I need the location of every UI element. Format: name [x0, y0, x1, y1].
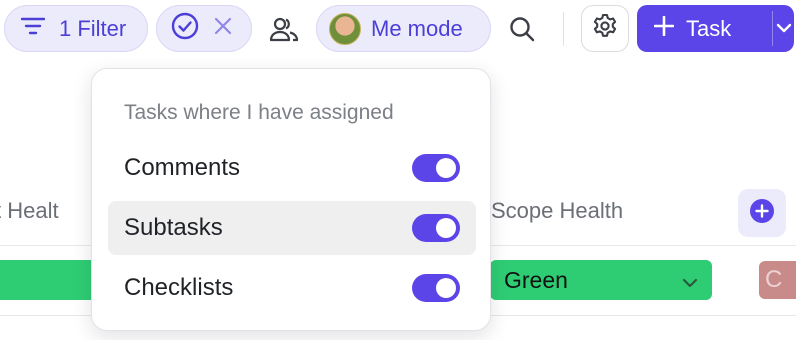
plus-icon [653, 15, 675, 42]
option-label: Comments [124, 154, 241, 181]
option-comments[interactable]: Comments [108, 141, 476, 195]
option-label: Checklists [124, 274, 234, 301]
chevron-down-icon [682, 267, 698, 294]
toggle-knob [436, 278, 456, 298]
people-icon[interactable] [262, 10, 306, 48]
checklists-toggle[interactable] [412, 274, 460, 302]
me-mode-popover: Tasks where I have assigned Comments Sub… [91, 68, 491, 331]
toggle-knob [436, 218, 456, 238]
search-icon[interactable] [500, 10, 544, 48]
toggle-knob [436, 158, 456, 178]
subtasks-toggle[interactable] [412, 214, 460, 242]
filter-icon [20, 16, 46, 42]
gear-icon [592, 13, 618, 44]
plus-circle-icon [749, 198, 775, 229]
option-checklists[interactable]: Checklists [108, 261, 476, 315]
closed-tasks-filter[interactable] [156, 5, 252, 52]
scope-health-value: Green [504, 266, 568, 293]
check-circle-icon[interactable] [171, 12, 199, 46]
comments-toggle[interactable] [412, 154, 460, 182]
option-label: Subtasks [124, 214, 223, 241]
column-header-project-health[interactable]: ct Healt [0, 198, 59, 224]
filter-label: 1 Filter [59, 15, 127, 41]
add-column-button[interactable] [738, 189, 786, 237]
add-task-button[interactable]: Task [637, 5, 794, 52]
popover-heading: Tasks where I have assigned [124, 101, 394, 124]
option-subtasks[interactable]: Subtasks [108, 201, 476, 255]
add-task-label: Task [686, 15, 732, 41]
scope-health-dropdown[interactable]: Green [490, 260, 712, 300]
task-options-dropdown[interactable] [773, 5, 794, 52]
next-column-cell[interactable]: C [759, 261, 796, 299]
settings-button[interactable] [581, 5, 629, 52]
close-icon[interactable] [213, 16, 233, 42]
avatar [329, 12, 361, 45]
filter-button[interactable]: 1 Filter [4, 5, 148, 52]
add-task-main[interactable]: Task [637, 5, 772, 52]
me-mode-button[interactable]: Me mode [316, 5, 491, 52]
chevron-down-icon [776, 20, 792, 38]
column-header-scope-health[interactable]: Scope Health [491, 198, 623, 224]
me-mode-label: Me mode [371, 15, 463, 41]
toolbar-divider [563, 12, 564, 46]
project-health-cell[interactable] [0, 260, 100, 300]
